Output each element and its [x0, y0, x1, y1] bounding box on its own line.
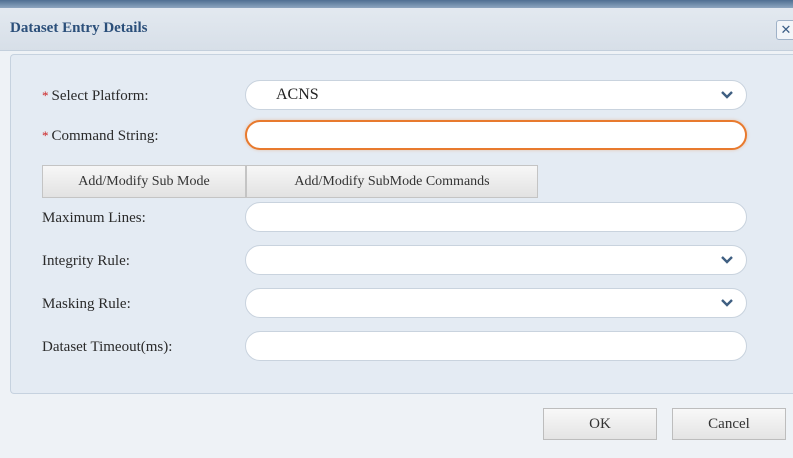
required-marker: * — [42, 128, 49, 143]
max-lines-label: Maximum Lines: — [42, 210, 146, 226]
masking-rule-label: Masking Rule: — [42, 296, 131, 312]
timeout-label: Dataset Timeout(ms): — [42, 339, 173, 355]
platform-select[interactable]: ACNS — [245, 80, 747, 110]
required-marker: * — [42, 88, 49, 103]
command-string-input[interactable] — [245, 120, 747, 150]
command-label: * Command String: — [42, 128, 159, 145]
chevron-down-icon — [721, 91, 733, 99]
window-top-strip — [0, 0, 793, 8]
masking-rule-select[interactable] — [245, 288, 747, 318]
dialog-titlebar: Dataset Entry Details ✕ — [0, 8, 793, 51]
add-modify-submode-commands-button[interactable]: Add/Modify SubMode Commands — [246, 165, 538, 198]
timeout-input[interactable] — [245, 331, 747, 361]
add-modify-sub-mode-button[interactable]: Add/Modify Sub Mode — [42, 165, 246, 198]
platform-label: * Select Platform: — [42, 88, 149, 105]
dialog-title: Dataset Entry Details — [10, 20, 148, 36]
integrity-rule-label: Integrity Rule: — [42, 253, 130, 269]
close-icon[interactable]: ✕ — [776, 20, 793, 40]
max-lines-input[interactable] — [245, 202, 747, 232]
command-label-text: Command String: — [51, 128, 159, 144]
platform-select-value: ACNS — [276, 86, 319, 103]
integrity-rule-select[interactable] — [245, 245, 747, 275]
platform-label-text: Select Platform: — [51, 88, 149, 104]
ok-button[interactable]: OK — [543, 408, 657, 440]
chevron-down-icon — [721, 299, 733, 307]
chevron-down-icon — [721, 256, 733, 264]
cancel-button[interactable]: Cancel — [672, 408, 786, 440]
